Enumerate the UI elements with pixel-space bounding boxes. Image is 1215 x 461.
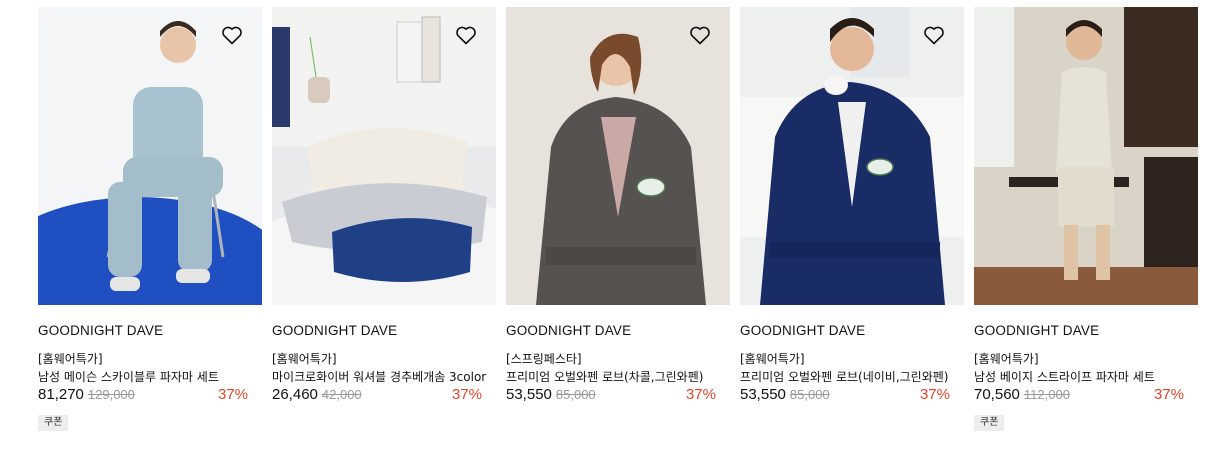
product-grid: GOODNIGHT DAVE [홈웨어특가] 남성 메이슨 스카이블루 파자마 …: [38, 7, 1198, 431]
discount-rate: 37%: [451, 386, 482, 403]
price-row: 53,550 85,000 37%: [506, 386, 730, 406]
product-image[interactable]: [506, 7, 730, 305]
heart-outline-icon[interactable]: [922, 23, 946, 47]
original-price: 85,000: [789, 387, 830, 402]
price-row: 26,460 42,000 37%: [272, 386, 496, 406]
sale-price: 26,460: [272, 386, 318, 403]
product-tag: [홈웨어특가]: [38, 352, 103, 366]
discount-rate: 37%: [217, 386, 248, 403]
original-price: 129,000: [87, 387, 135, 402]
product-image[interactable]: [740, 7, 964, 305]
brand-name[interactable]: GOODNIGHT DAVE: [974, 323, 1198, 339]
product-title: 남성 베이지 스트라이프 파자마 세트: [974, 370, 1155, 384]
product-name[interactable]: [홈웨어특가] 남성 메이슨 스카이블루 파자마 세트: [38, 350, 262, 386]
original-price: 85,000: [555, 387, 596, 402]
brand-name[interactable]: GOODNIGHT DAVE: [506, 323, 730, 339]
coupon-badge: 쿠폰: [38, 415, 69, 431]
product-title: 마이크로화이버 워셔블 경추베개솜 3color: [272, 370, 487, 384]
original-price: 42,000: [321, 387, 362, 402]
sale-price: 81,270: [38, 386, 84, 403]
product-title: 프리미엄 오벌와펜 로브(네이비,그린와펜): [740, 370, 949, 384]
product-name[interactable]: [홈웨어특가] 마이크로화이버 워셔블 경추베개솜 3color: [272, 350, 496, 386]
product-title: 프리미엄 오벌와펜 로브(차콜,그린와펜): [506, 370, 704, 384]
product-name[interactable]: [홈웨어특가] 프리미엄 오벌와펜 로브(네이비,그린와펜): [740, 350, 964, 386]
product-image[interactable]: [974, 7, 1198, 305]
product-title: 남성 메이슨 스카이블루 파자마 세트: [38, 370, 219, 384]
product-image[interactable]: [272, 7, 496, 305]
discount-rate: 37%: [1153, 386, 1184, 403]
coupon-badge: 쿠폰: [974, 415, 1005, 431]
heart-outline-icon[interactable]: [220, 23, 244, 47]
product-name[interactable]: [홈웨어특가] 남성 베이지 스트라이프 파자마 세트: [974, 350, 1198, 386]
discount-rate: 37%: [685, 386, 716, 403]
product-tag: [홈웨어특가]: [272, 352, 337, 366]
price-row: 81,270 129,000 37%: [38, 386, 262, 406]
brand-name[interactable]: GOODNIGHT DAVE: [38, 323, 262, 339]
product-card[interactable]: GOODNIGHT DAVE [홈웨어특가] 마이크로화이버 워셔블 경추베개솜…: [272, 7, 496, 431]
brand-name[interactable]: GOODNIGHT DAVE: [272, 323, 496, 339]
heart-outline-icon[interactable]: [688, 23, 712, 47]
product-image[interactable]: [38, 7, 262, 305]
brand-name[interactable]: GOODNIGHT DAVE: [740, 323, 964, 339]
product-card[interactable]: GOODNIGHT DAVE [홈웨어특가] 남성 메이슨 스카이블루 파자마 …: [38, 7, 262, 431]
product-card[interactable]: GOODNIGHT DAVE [홈웨어특가] 프리미엄 오벌와펜 로브(네이비,…: [740, 7, 964, 431]
price-row: 70,560 112,000 37%: [974, 386, 1198, 406]
product-tag: [홈웨어특가]: [974, 352, 1039, 366]
sale-price: 70,560: [974, 386, 1020, 403]
heart-outline-icon[interactable]: [454, 23, 478, 47]
product-card[interactable]: GOODNIGHT DAVE [홈웨어특가] 남성 베이지 스트라이프 파자마 …: [974, 7, 1198, 431]
original-price: 112,000: [1023, 387, 1070, 402]
price-row: 53,550 85,000 37%: [740, 386, 964, 406]
product-tag: [스프링페스타]: [506, 352, 582, 366]
product-card[interactable]: GOODNIGHT DAVE [스프링페스타] 프리미엄 오벌와펜 로브(차콜,…: [506, 7, 730, 431]
discount-rate: 37%: [919, 386, 950, 403]
product-name[interactable]: [스프링페스타] 프리미엄 오벌와펜 로브(차콜,그린와펜): [506, 350, 730, 386]
product-tag: [홈웨어특가]: [740, 352, 805, 366]
sale-price: 53,550: [506, 386, 552, 403]
sale-price: 53,550: [740, 386, 786, 403]
